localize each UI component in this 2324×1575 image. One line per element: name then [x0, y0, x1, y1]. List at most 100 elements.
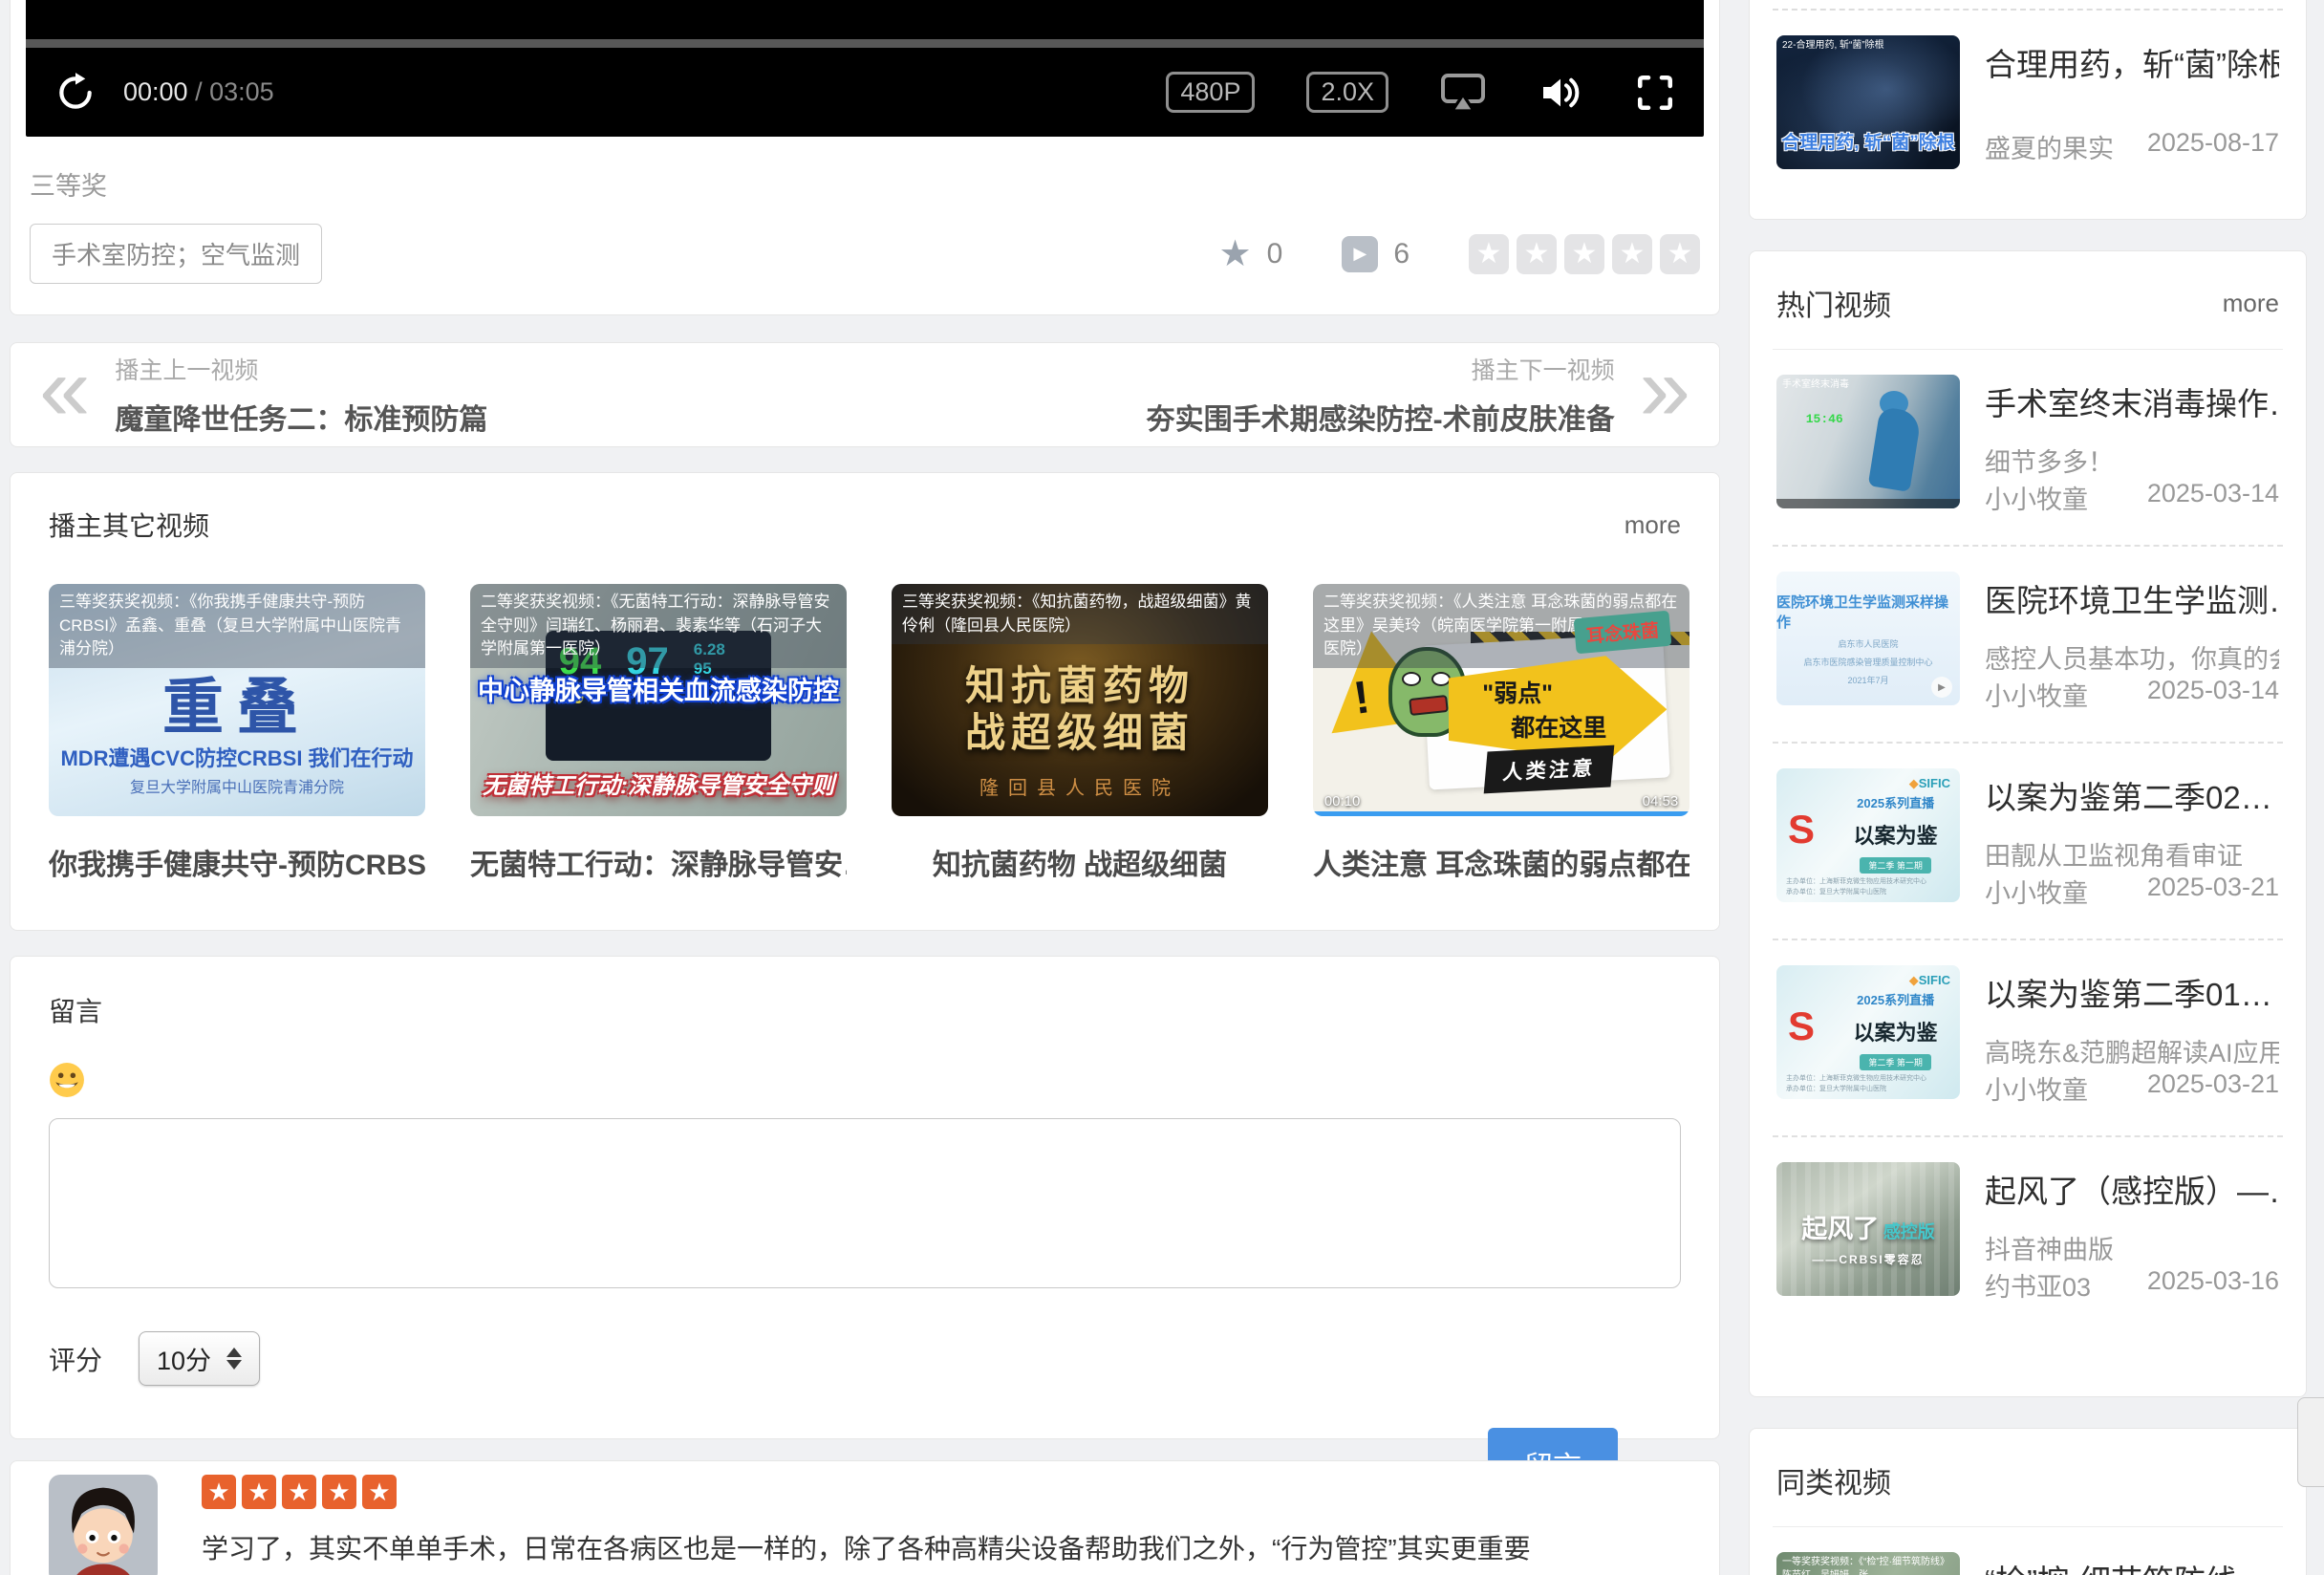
video-thumbnail[interactable]: 22-合理用药, 斩“菌”除根 合理用药, 斩“菌”除根 [1776, 35, 1960, 169]
video-caption[interactable]: 无菌特工行动：深静脉导管安… [470, 841, 847, 883]
video-stats: ★0 ▶6 ★★★★★ [1219, 234, 1700, 274]
rating-star-icon[interactable]: ★ [1517, 234, 1557, 274]
video-item-title[interactable]: 以案为鉴第二季02… [1985, 772, 2279, 818]
video-item-subtitle: 感控人员基本功，你真的会采 [1985, 638, 2279, 676]
rating-label: 评分 [49, 1340, 102, 1378]
video-thumbnail[interactable]: 手术室终末消毒 15:46 [1776, 375, 1960, 508]
similar-videos-title: 同类视频 [1776, 1459, 1891, 1501]
smiley-emoji-icon[interactable] [49, 1062, 85, 1103]
rating-select[interactable]: 10分 [139, 1331, 260, 1386]
diamond-icon: ◆ [1909, 973, 1919, 987]
time-total: / 03:05 [195, 77, 274, 106]
prev-video-link[interactable]: « 播主上一视频 魔童降世任务二：标准预防篇 [39, 352, 487, 438]
hot-videos-card: 热门视频 more 手术室终末消毒 15:46 手术室终末消毒操作… 细节多多！… [1749, 250, 2307, 1397]
scrollbar-thumb[interactable] [2297, 1397, 2324, 1487]
thumbnail-footnote: 主办单位：上海斯菲克微生物应用技术研究中心承办单位：复旦大学附属中山医院 [1786, 877, 1926, 897]
rating-star-icon[interactable]: ★ [1469, 234, 1509, 274]
next-video-link[interactable]: 播主下一视频 夯实围手术期感染防控-术前皮肤准备 » [1147, 352, 1690, 438]
sidebar-video-item[interactable]: 22-合理用药, 斩“菌”除根 合理用药, 斩“菌”除根 合理用药，斩“菌”除根… [1773, 11, 2283, 194]
thumbnail-art-title: 以案为鉴 [1854, 819, 1938, 850]
video-item-title[interactable]: 医院环境卫生学监测… [1985, 575, 2279, 621]
thumbnail-overlay-text: 22-合理用药, 斩“菌”除根 [1776, 35, 1960, 56]
video-item-footer: 小小牧童 2025-03-21 [1985, 1069, 2279, 1111]
video-thumbnail[interactable]: 医院环境卫生学监测采样操作 启东市人民医院 启东市医院感染管理质量控制中心 20… [1776, 572, 1960, 705]
video-item-body: 合理用药，斩“菌”除根 盛夏的果实 2025-08-17 [1985, 35, 2279, 169]
seek-bar[interactable] [26, 39, 1704, 48]
sidebar-video-item[interactable]: S ◆SIFIC 2025系列直播 以案为鉴 第二季 第二期 主办单位：上海斯菲… [1773, 744, 2283, 940]
thumbnail-overlay-text: 三等奖获奖视频：《你我携手健康共守-预防CRBSI》孟鑫、重叠（复旦大学附属中山… [49, 584, 425, 668]
posted-comment-card: ★★★★★ 学习了，其实不单单手术，日常在各病区也是一样的，除了各种高精尖设备帮… [10, 1460, 1720, 1575]
other-videos-more-link[interactable]: more [1625, 510, 1681, 540]
speed-button[interactable]: 2.0X [1306, 72, 1388, 113]
video-item-footer: 小小牧童 2025-03-14 [1985, 676, 2279, 717]
sidebar-video-item[interactable]: 一等奖获奖视频：《“检”控·细节筑防线》陈苗红、吴妍妍、张… “检”控·细节筑防… [1773, 1527, 2283, 1575]
video-thumbnail[interactable]: 三等奖获奖视频：《你我携手健康共守-预防CRBSI》孟鑫、重叠（复旦大学附属中山… [49, 584, 425, 816]
video-item-title[interactable]: 起风了（感控版）—… [1985, 1166, 2279, 1212]
video-item-date: 2025-03-21 [2147, 873, 2279, 910]
airplay-icon[interactable] [1440, 73, 1486, 113]
video-thumbnail[interactable]: S ◆SIFIC 2025系列直播 以案为鉴 第二季 第二期 主办单位：上海斯菲… [1776, 768, 1960, 902]
video-thumbnail[interactable]: S ◆SIFIC 2025系列直播 以案为鉴 第二季 第一期 主办单位：上海斯菲… [1776, 965, 1960, 1099]
other-video-item[interactable]: 三等奖获奖视频：《知抗菌药物，战超级细菌》黄伶俐（隆回县人民医院） 知抗菌药物 … [892, 584, 1268, 883]
thumbnail-art-banner: 无菌特工行动:深静脉导管安全守则 [470, 766, 847, 800]
other-videos-header: 播主其它视频 more [49, 506, 1681, 544]
quality-button[interactable]: 480P [1166, 72, 1255, 113]
video-caption[interactable]: 人类注意 耳念珠菌的弱点都在… [1313, 841, 1689, 883]
sidebar-video-item[interactable]: 医院环境卫生学监测采样操作 启东市人民医院 启东市医院感染管理质量控制中心 20… [1773, 547, 2283, 744]
rating-star-icon[interactable]: ★ [1564, 234, 1604, 274]
hot-videos-more-link[interactable]: more [2223, 289, 2279, 318]
video-thumbnail[interactable]: 起风了 感控版 ——CRBSI零容忍 [1776, 1162, 1960, 1296]
other-video-item[interactable]: 二等奖获奖视频：《无菌特工行动：深静脉导管安全守则》闫瑞红、杨丽君、裴素华等（石… [470, 584, 847, 883]
hot-videos-title: 热门视频 [1776, 282, 1891, 324]
video-player[interactable]: 00:00 / 03:05 480P 2.0X [26, 0, 1704, 137]
thumbnail-art-line: 2025系列直播 [1857, 793, 1934, 811]
thumbnail-footnote: 主办单位：上海斯菲克微生物应用技术研究中心承办单位：复旦大学附属中山医院 [1786, 1074, 1926, 1094]
thumbnail-art-title: 医院环境卫生学监测采样操作 [1776, 592, 1960, 632]
favorite-star-icon: ★ [1219, 236, 1252, 272]
volume-icon[interactable] [1538, 73, 1583, 113]
black-banner: 人类注意 [1484, 745, 1615, 794]
replay-icon[interactable] [54, 72, 97, 114]
video-thumbnail[interactable]: 二等奖获奖视频：《人类注意 耳念珠菌的弱点都在这里》吴美玲（皖南医学院第一附属医… [1313, 584, 1689, 816]
video-item-date: 2025-03-14 [2147, 676, 2279, 713]
video-thumbnail[interactable]: 一等奖获奖视频：《“检”控·细节筑防线》陈苗红、吴妍妍、张… [1776, 1552, 1960, 1575]
comment-text: 学习了，其实不单单手术，日常在各病区也是一样的，除了各种高精尖设备帮助我们之外，… [202, 1528, 1531, 1566]
thumbnail-art-line: 2021年7月 [1847, 674, 1888, 686]
rating-star-icon[interactable]: ★ [1660, 234, 1700, 274]
sidebar-video-item[interactable]: 起风了 感控版 ——CRBSI零容忍 起风了（感控版）—… 抖音神曲版 约书亚0… [1773, 1137, 2283, 1332]
video-item-title[interactable]: 合理用药，斩“菌”除根 [1985, 39, 2279, 85]
rating-star-icon[interactable]: ★ [1612, 234, 1652, 274]
video-thumbnail[interactable]: 三等奖获奖视频：《知抗菌药物，战超级细菌》黄伶俐（隆回县人民医院） 知抗菌药物 … [892, 584, 1268, 816]
video-item-date: 2025-03-14 [2147, 479, 2279, 516]
monitor-time-text: 15:46 [1806, 412, 1843, 426]
video-item-title[interactable]: 手术室终末消毒操作… [1985, 378, 2279, 424]
time-current: 00:00 [123, 77, 188, 106]
sidebar-video-item[interactable]: S ◆SIFIC 2025系列直播 以案为鉴 第二季 第一期 主办单位：上海斯菲… [1773, 940, 2283, 1137]
sidebar-video-item[interactable]: 手术室终末消毒 15:46 手术室终末消毒操作… 细节多多！ 小小牧童 2025… [1773, 350, 2283, 547]
tag-chip[interactable]: 手术室防控；空气监测 [30, 224, 322, 284]
fullscreen-icon[interactable] [1635, 73, 1675, 113]
video-thumbnail[interactable]: 二等奖获奖视频：《无菌特工行动：深静脉导管安全守则》闫瑞红、杨丽君、裴素华等（石… [470, 584, 847, 816]
other-video-item[interactable]: 三等奖获奖视频：《你我携手健康共守-预防CRBSI》孟鑫、重叠（复旦大学附属中山… [49, 584, 425, 883]
video-caption[interactable]: 你我携手健康共守-预防CRBSI [49, 841, 425, 883]
related-videos-card: 22-合理用药, 斩“菌”除根 合理用药, 斩“菌”除根 合理用药，斩“菌”除根… [1749, 0, 2307, 220]
sific-logo: ◆SIFIC [1909, 973, 1950, 988]
video-item-author: 盛夏的果实 [1985, 128, 2114, 165]
footnote-line: 承办单位：复旦大学附属中山医院 [1786, 889, 1886, 895]
video-item-author: 小小牧童 [1985, 676, 2088, 713]
comment-textarea[interactable] [49, 1118, 1681, 1288]
spacer [1773, 0, 2283, 9]
video-item-title[interactable]: “检”控·细节筑防线 [1985, 1556, 2279, 1575]
prev-video-title: 魔童降世任务二：标准预防篇 [115, 396, 487, 438]
other-video-item[interactable]: 二等奖获奖视频：《人类注意 耳念珠菌的弱点都在这里》吴美玲（皖南医学院第一附属医… [1313, 584, 1689, 883]
favorite-stat: ★0 [1219, 236, 1283, 272]
rating-row: 评分 10分 [49, 1331, 1681, 1386]
orange-star-icon: ★ [282, 1475, 316, 1509]
next-video-label: 播主下一视频 [1147, 352, 1615, 386]
video-item-footer: 盛夏的果实 2025-08-17 [1985, 128, 2279, 169]
thumbnail-art-title: 合理用药, 斩“菌”除根 [1776, 128, 1960, 154]
thumbnail-overlay-text: 一等奖获奖视频：《“检”控·细节筑防线》陈苗红、吴妍妍、张… [1776, 1552, 1960, 1575]
video-caption[interactable]: 知抗菌药物 战超级细菌 [892, 841, 1268, 883]
footnote-line: 主办单位：上海斯菲克微生物应用技术研究中心 [1786, 878, 1926, 885]
video-item-title[interactable]: 以案为鉴第二季01… [1985, 969, 2279, 1015]
